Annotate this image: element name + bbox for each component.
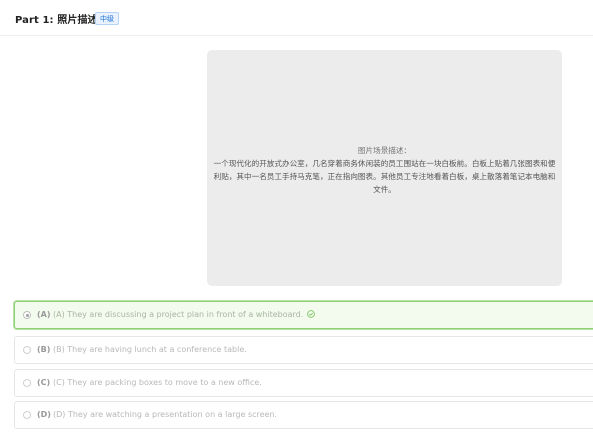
radio-button[interactable] — [23, 311, 31, 319]
option-text-wrap: (A) They are discussing a project plan i… — [53, 310, 316, 319]
level-badge: 中级 — [95, 12, 119, 25]
image-description-text: 一个现代化的开放式办公室，几名穿着商务休闲装的员工围站在一块白板前。白板上贴着几… — [213, 159, 556, 194]
option-letter: (D) — [37, 410, 51, 419]
option-b[interactable]: (B) (B) They are having lunch at a confe… — [14, 336, 593, 364]
radio-button[interactable] — [23, 379, 31, 387]
option-letter: (B) — [37, 345, 51, 354]
image-description: 图片场景描述： 一个现代化的开放式办公室，几名穿着商务休闲装的员工围站在一块白板… — [207, 144, 562, 196]
image-placeholder: 图片场景描述： 一个现代化的开放式办公室，几名穿着商务休闲装的员工围站在一块白板… — [207, 50, 562, 286]
radio-button[interactable] — [23, 346, 31, 354]
option-text: (D) They are watching a presentation on … — [53, 410, 278, 419]
page-title: Part 1: 照片描述题 — [15, 15, 108, 26]
radio-button[interactable] — [23, 411, 31, 419]
option-d[interactable]: (D) (D) They are watching a presentation… — [14, 401, 593, 429]
option-text: (C) They are packing boxes to move to a … — [53, 378, 262, 387]
image-description-label: 图片场景描述： — [357, 146, 412, 155]
option-text: (A) They are discussing a project plan i… — [53, 310, 304, 319]
option-text: (B) They are having lunch at a conferenc… — [53, 345, 247, 354]
check-circle-icon — [307, 310, 316, 318]
question-header: Part 1: 照片描述题 中级 — [0, 0, 593, 36]
question-page: Part 1: 照片描述题 中级 图片场景描述： 一个现代化的开放式办公室，几名… — [0, 0, 593, 439]
option-letter: (C) — [37, 378, 51, 387]
option-c[interactable]: (C) (C) They are packing boxes to move t… — [14, 369, 593, 397]
option-a[interactable]: (A) (A) They are discussing a project pl… — [14, 301, 593, 329]
option-letter: (A) — [37, 310, 51, 319]
